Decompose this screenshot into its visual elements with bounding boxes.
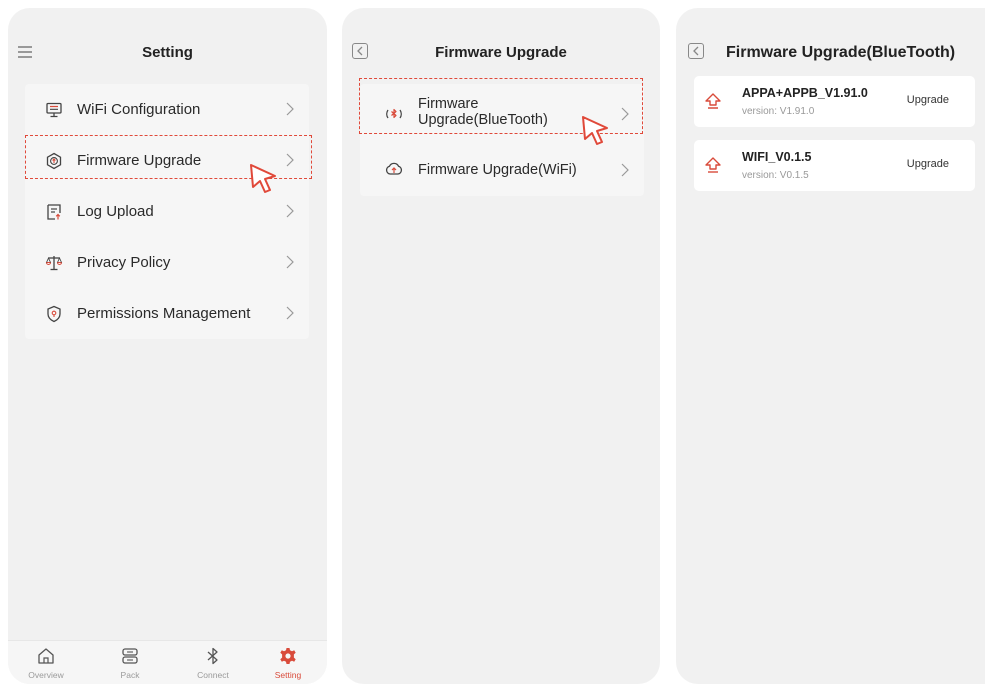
option-bluetooth-upgrade[interactable]: Firmware Upgrade(BlueTooth) <box>360 84 644 144</box>
nav-label: Setting <box>274 670 302 680</box>
chevron-right-icon <box>286 306 294 320</box>
menu-item-log-upload[interactable]: Log Upload <box>25 186 309 237</box>
option-label-line2: Upgrade(BlueTooth) <box>418 112 548 128</box>
home-icon <box>38 648 54 664</box>
upgrade-button[interactable]: Upgrade <box>907 158 949 170</box>
setting-screen: Setting WiFi Configuration Firmware Upgr… <box>8 8 327 684</box>
menu-item-wifi-configuration[interactable]: WiFi Configuration <box>25 84 309 135</box>
battery-pack-icon <box>122 648 138 664</box>
menu-item-firmware-upgrade[interactable]: Firmware Upgrade <box>25 135 309 186</box>
settings-menu: WiFi Configuration Firmware Upgrade Log … <box>25 84 309 339</box>
log-icon <box>47 204 61 220</box>
firmware-name: WIFI_V0.1.5 <box>742 150 812 164</box>
menu-item-label: Permissions Management <box>77 305 251 322</box>
option-wifi-upgrade[interactable]: Firmware Upgrade(WiFi) <box>360 144 644 196</box>
page-title: Setting <box>142 44 193 61</box>
firmware-upgrade-screen: Firmware Upgrade Firmware Upgrade(BlueTo… <box>342 8 660 684</box>
nav-overview[interactable]: Overview <box>16 641 76 684</box>
bluetooth-icon <box>207 647 218 665</box>
upgrade-arrow-icon <box>705 93 721 109</box>
nav-pack[interactable]: Pack <box>100 641 160 684</box>
option-label: Firmware Upgrade(WiFi) <box>418 162 577 178</box>
upgrade-icon <box>46 152 62 170</box>
monitor-icon <box>46 102 62 118</box>
nav-setting[interactable]: Setting <box>258 641 318 684</box>
nav-label: Connect <box>197 670 229 680</box>
nav-label: Overview <box>28 670 64 680</box>
back-button[interactable] <box>688 43 704 59</box>
upgrade-options: Firmware Upgrade(BlueTooth) Firmware Upg… <box>360 84 644 196</box>
chevron-right-icon <box>286 153 294 167</box>
upgrade-arrow-icon <box>705 157 721 173</box>
chevron-left-icon <box>693 46 699 56</box>
gear-icon <box>280 648 296 664</box>
upgrade-button[interactable]: Upgrade <box>907 94 949 106</box>
menu-item-label: Log Upload <box>77 203 154 220</box>
bluetooth-sync-icon <box>386 108 402 119</box>
menu-item-permissions-management[interactable]: Permissions Management <box>25 288 309 339</box>
chevron-right-icon <box>621 163 629 177</box>
firmware-item: APPA+APPB_V1.91.0 version: V1.91.0 Upgra… <box>694 76 975 127</box>
menu-item-privacy-policy[interactable]: Privacy Policy <box>25 237 309 288</box>
cloud-upload-icon <box>385 162 403 175</box>
bottom-nav: Overview Pack Connect Setting <box>8 640 327 684</box>
nav-label: Pack <box>120 670 140 680</box>
firmware-item: WIFI_V0.1.5 version: V0.1.5 Upgrade <box>694 140 975 191</box>
page-title: Firmware Upgrade <box>435 44 567 61</box>
firmware-name: APPA+APPB_V1.91.0 <box>742 86 868 100</box>
firmware-version: version: V1.91.0 <box>742 106 815 117</box>
firmware-version: version: V0.1.5 <box>742 170 809 181</box>
menu-item-label: Firmware Upgrade <box>77 152 202 169</box>
chevron-right-icon <box>286 255 294 269</box>
page-title: Firmware Upgrade(BlueTooth) <box>726 44 956 61</box>
option-label-line1: Firmware <box>418 96 479 112</box>
chevron-right-icon <box>286 204 294 218</box>
nav-connect[interactable]: Connect <box>183 641 243 684</box>
scale-icon <box>45 256 63 271</box>
menu-item-label: Privacy Policy <box>77 254 171 271</box>
chevron-right-icon <box>286 102 294 116</box>
menu-item-label: WiFi Configuration <box>77 101 201 118</box>
chevron-right-icon <box>621 107 629 121</box>
shield-icon <box>47 305 61 323</box>
bluetooth-firmware-screen: Firmware Upgrade(BlueTooth) APPA+APPB_V1… <box>676 8 985 684</box>
